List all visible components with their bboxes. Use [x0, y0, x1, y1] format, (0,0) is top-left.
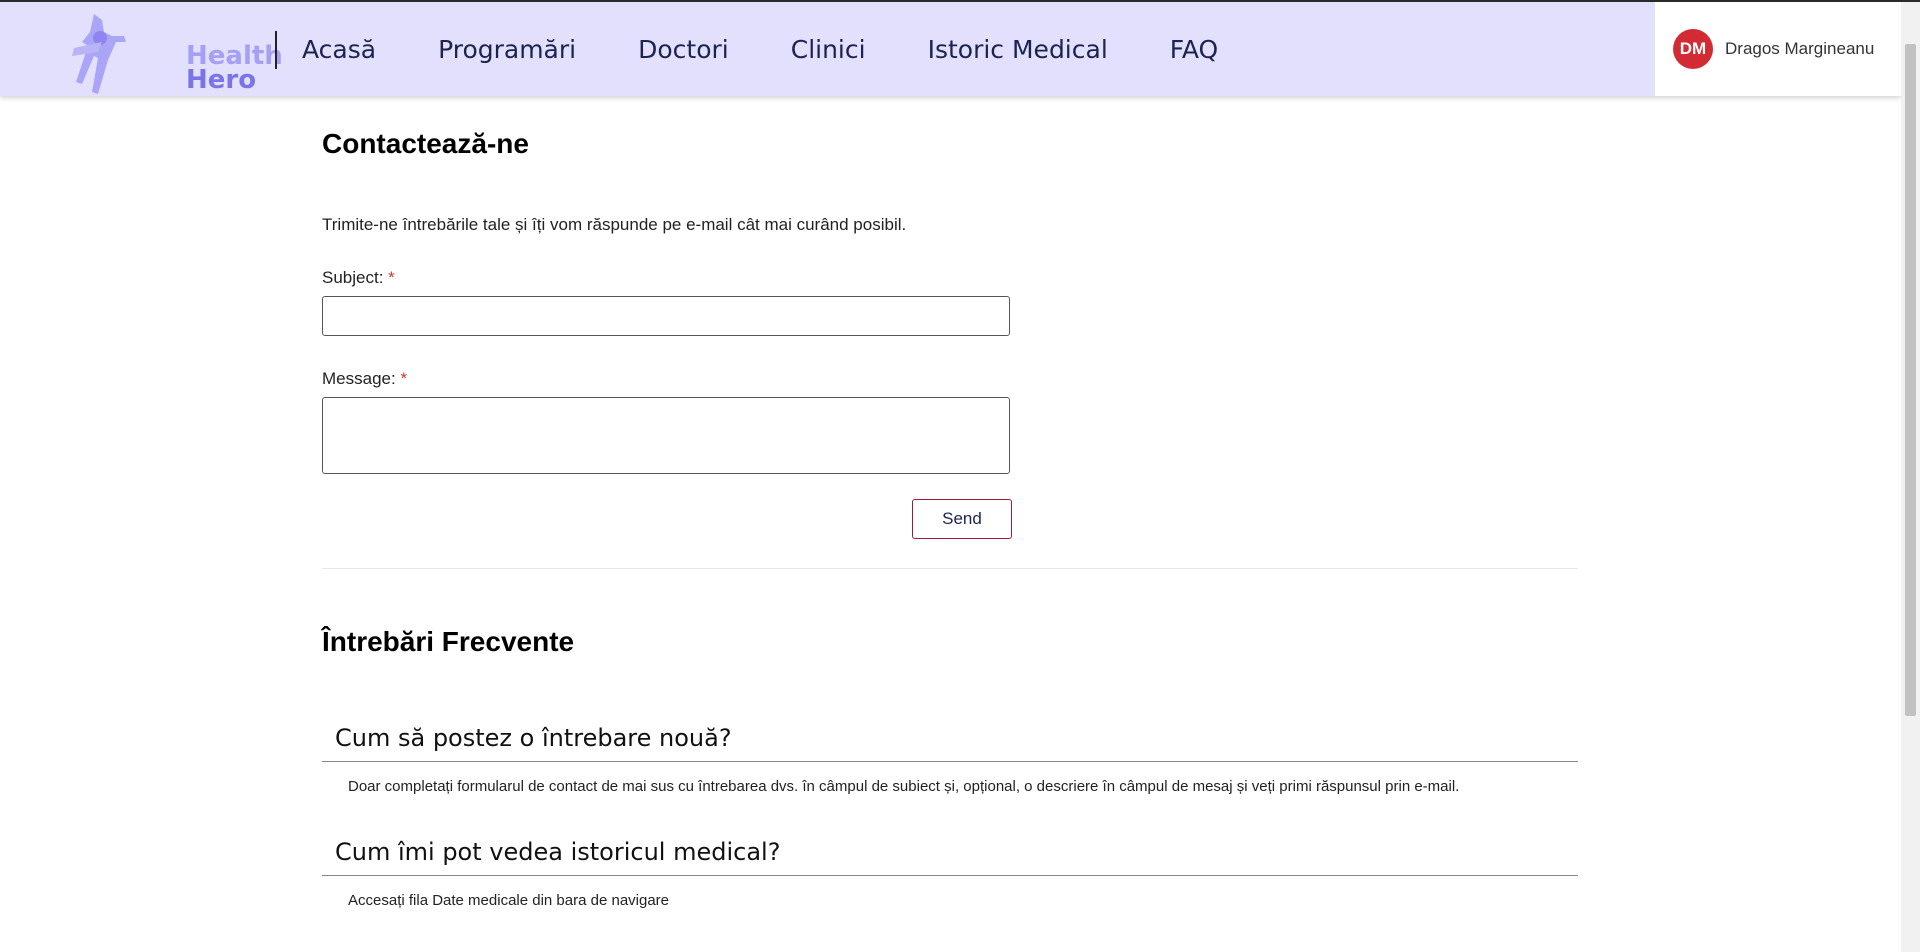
user-name: Dragos Margineanu	[1725, 39, 1875, 58]
subject-label: Subject: *	[322, 268, 395, 288]
avatar: DM	[1673, 29, 1713, 69]
message-textarea[interactable]	[322, 397, 1010, 474]
faq-answer: Accesați fila Date medicale din bara de …	[348, 892, 670, 909]
send-button[interactable]: Send	[912, 499, 1012, 539]
required-mark: *	[388, 268, 395, 287]
scrollbar-thumb[interactable]	[1905, 44, 1916, 716]
superhero-figure-icon	[72, 14, 126, 94]
page-scrollbar[interactable]	[1901, 2, 1920, 952]
faq-question[interactable]: Cum îmi pot vedea istoricul medical?	[335, 838, 780, 866]
nav-item-acasa[interactable]: Acasă	[302, 35, 376, 64]
brand-line2: Hero	[186, 65, 257, 95]
top-navbar: Health Hero Acasă Programări Doctori Cli…	[0, 2, 1901, 96]
contact-title: Contactează-ne	[322, 128, 529, 159]
nav-item-faq[interactable]: FAQ	[1170, 35, 1218, 64]
faq-question[interactable]: Cum să postez o întrebare nouă?	[335, 724, 732, 752]
nav-item-istoric-medical[interactable]: Istoric Medical	[928, 35, 1108, 64]
faq-title: Întrebări Frecvente	[322, 626, 575, 657]
faq-divider	[322, 875, 1578, 876]
nav-divider	[275, 31, 277, 69]
faq-divider	[322, 761, 1578, 762]
required-mark: *	[400, 369, 408, 388]
user-menu[interactable]: DM Dragos Margineanu	[1655, 2, 1901, 96]
nav-item-clinici[interactable]: Clinici	[791, 35, 866, 64]
faq-answer: Doar completați formularul de contact de…	[348, 778, 1460, 795]
subject-label-text: Subject:	[322, 268, 384, 287]
main-nav: Acasă Programări Doctori Clinici Istoric…	[278, 2, 1256, 96]
subject-input[interactable]	[322, 296, 1010, 336]
contact-intro: Trimite-ne întrebările tale și îți vom r…	[322, 215, 907, 234]
nav-item-doctori[interactable]: Doctori	[638, 35, 729, 64]
message-label-text: Message:	[322, 369, 396, 388]
message-label: Message: *	[322, 369, 407, 389]
brand-logo[interactable]: Health Hero	[68, 12, 283, 96]
section-divider	[322, 568, 1578, 569]
brand-name: Health Hero	[186, 43, 283, 95]
nav-item-programari[interactable]: Programări	[438, 35, 576, 64]
